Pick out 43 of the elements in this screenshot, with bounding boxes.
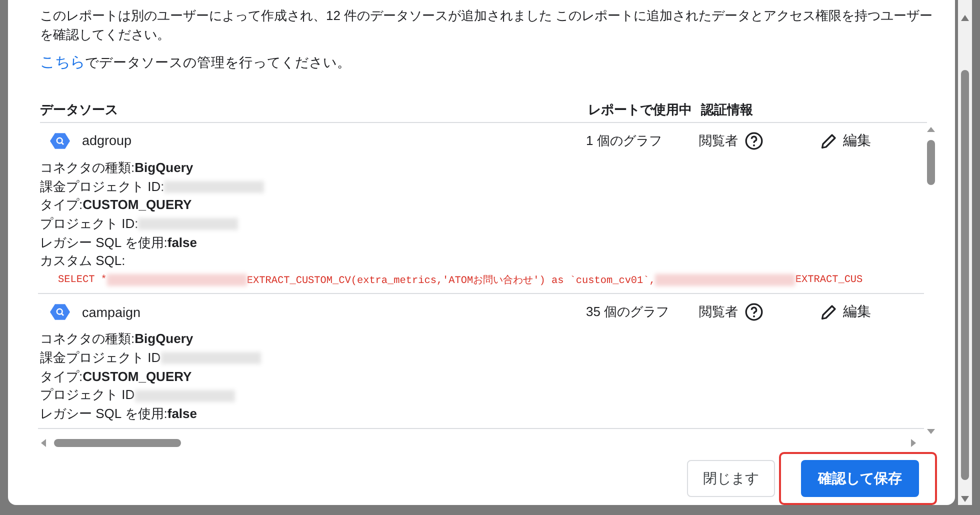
role-text: 閲覧者	[699, 303, 738, 322]
column-header: データソース	[40, 101, 119, 119]
usage-count: 1 個のグラフ	[586, 132, 663, 150]
bigquery-icon	[50, 302, 70, 322]
detail-label: タイプ:	[40, 196, 83, 214]
usage-count: 35 個のグラフ	[586, 303, 670, 322]
dialog-scrollbar[interactable]	[958, 0, 972, 505]
detail-value: BigQuery	[134, 330, 194, 348]
datasource-name: campaign	[82, 304, 141, 320]
detail-label: タイプ:	[40, 368, 83, 386]
detail-label: コネクタの種類:	[40, 158, 135, 177]
manage-text: でデータソースの管理を行ってください。	[85, 55, 351, 70]
intro-text: このレポートは別のユーザーによって作成され、12 件のデータソースが追加されました このレポートに追加されたデータとアクセス権限を持つユーザーを確認してください。	[40, 7, 934, 44]
edit-button[interactable]: 編集	[820, 132, 871, 150]
close-button[interactable]: 閉じます	[687, 460, 775, 497]
detail-label: レガシー SQL を使用:	[40, 234, 168, 252]
detail-label: 課金プロジェクト ID:	[40, 178, 164, 196]
detail-value: false	[167, 404, 198, 423]
sql-code: SELECT *	[58, 274, 107, 286]
detail-value: false	[167, 234, 198, 252]
edit-button[interactable]: 編集	[820, 303, 871, 322]
detail-label: プロジェクト ID	[40, 386, 135, 404]
help-icon	[744, 130, 764, 151]
bigquery-icon	[50, 130, 70, 151]
detail-label: プロジェクト ID:	[40, 215, 138, 234]
sql-code: EXTRACT_CUSTOM_CV(extra_metrics,'ATOMお問い合わせ') as `custom_cv01`,	[246, 274, 656, 288]
save-button[interactable]: 確認して保存	[801, 460, 919, 497]
sql-code: EXTRACT_CUS	[795, 274, 863, 286]
pencil-icon	[820, 303, 838, 322]
detail-value: CUSTOM_QUERY	[82, 368, 192, 386]
detail-value: CUSTOM_QUERY	[82, 196, 192, 214]
pencil-icon	[820, 132, 838, 150]
help-icon	[744, 302, 764, 322]
detail-label: カスタム SQL:	[40, 252, 126, 270]
role-text: 閲覧者	[699, 132, 738, 150]
column-header: 認証情報	[701, 101, 754, 119]
manage-link[interactable]: こちら	[40, 54, 85, 71]
detail-label: レガシー SQL を使用:	[40, 404, 168, 423]
detail-label: 課金プロジェクト ID	[40, 348, 161, 367]
datasource-name: adgroup	[82, 133, 132, 148]
detail-label: コネクタの種類:	[40, 330, 135, 348]
column-header: レポートで使用中	[588, 101, 693, 119]
detail-value: BigQuery	[134, 158, 194, 177]
